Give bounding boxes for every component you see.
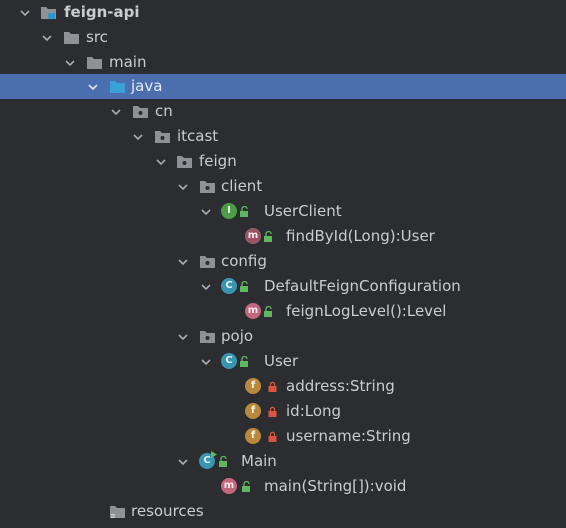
method-label: main(String[]):void [264,477,407,495]
method-label: findById(Long):User [286,227,435,245]
tree-row-user[interactable]: C User [0,349,566,374]
resources-folder-icon [109,499,127,524]
package-icon [199,249,217,274]
lock-icon [266,399,278,424]
folder-icon [86,50,104,75]
package-icon [154,124,172,149]
abstract-method-icon: m [245,228,261,244]
field-icon: f [245,428,261,444]
chevron-down-icon[interactable] [86,74,100,99]
class-icon: C [221,278,237,294]
static-method-icon: m [221,478,237,494]
module-label: feign-api [64,3,140,21]
module-folder-icon [40,0,58,25]
field-icon: f [245,403,261,419]
tree-row-main-class[interactable]: C Main [0,449,566,474]
tree-row-itcast[interactable]: itcast [0,124,566,149]
public-visibility-icon [262,224,274,249]
lock-icon [266,424,278,449]
folder-label: src [86,28,108,46]
chevron-down-icon[interactable] [63,50,77,75]
chevron-down-icon[interactable] [131,124,145,149]
run-mark-icon [211,451,217,458]
tree-row-feignloglevel[interactable]: m feignLogLevel():Level [0,299,566,324]
tree-row-id[interactable]: f id:Long [0,399,566,424]
tree-row-userclient[interactable]: I UserClient [0,199,566,224]
tree-row-defaultfeignconfiguration[interactable]: C DefaultFeignConfiguration [0,274,566,299]
package-label: itcast [177,127,219,145]
project-tree: feign-api src main java cn itcast feign [0,0,566,528]
chevron-down-icon[interactable] [199,274,213,299]
field-label: id:Long [286,402,342,420]
public-visibility-icon [238,349,250,374]
tree-row-address[interactable]: f address:String [0,374,566,399]
folder-label: java [131,77,163,95]
chevron-down-icon[interactable] [176,174,190,199]
field-label: address:String [286,377,395,395]
package-label: cn [155,102,173,120]
package-label: feign [199,152,237,170]
public-visibility-icon [217,449,229,474]
chevron-down-icon[interactable] [18,0,32,25]
source-folder-icon [109,74,127,99]
folder-label: main [109,53,147,71]
class-label: Main [241,452,277,470]
package-icon [132,99,150,124]
field-label: username:String [286,427,411,445]
tree-row-main-method[interactable]: m main(String[]):void [0,474,566,499]
tree-row-resources[interactable]: resources [0,499,566,524]
tree-row-src[interactable]: src [0,25,566,50]
tree-row-java[interactable]: java [0,74,566,99]
tree-row-client[interactable]: client [0,174,566,199]
class-icon: C [221,353,237,369]
tree-row-findbyid[interactable]: m findById(Long):User [0,224,566,249]
chevron-down-icon[interactable] [109,99,123,124]
public-visibility-icon [240,474,252,499]
tree-row-config[interactable]: config [0,249,566,274]
public-visibility-icon [238,274,250,299]
chevron-down-icon[interactable] [176,324,190,349]
class-label: UserClient [264,202,342,220]
package-label: config [221,252,267,270]
tree-row-cn[interactable]: cn [0,99,566,124]
class-label: DefaultFeignConfiguration [264,277,461,295]
field-icon: f [245,378,261,394]
method-icon: m [245,303,261,319]
method-label: feignLogLevel():Level [286,302,447,320]
tree-row-feign[interactable]: feign [0,149,566,174]
chevron-down-icon[interactable] [154,149,168,174]
folder-label: resources [131,502,204,520]
package-label: pojo [221,327,254,345]
package-icon [176,149,194,174]
interface-icon: I [221,203,237,219]
tree-row-feign-api[interactable]: feign-api [0,0,566,25]
lock-icon [266,374,278,399]
tree-row-username[interactable]: f username:String [0,424,566,449]
public-visibility-icon [238,199,250,224]
folder-icon [63,25,81,50]
chevron-down-icon[interactable] [40,25,54,50]
package-icon [199,174,217,199]
class-label: User [264,352,299,370]
tree-row-main[interactable]: main [0,50,566,75]
tree-row-pojo[interactable]: pojo [0,324,566,349]
chevron-down-icon[interactable] [199,199,213,224]
public-visibility-icon [262,299,274,324]
chevron-down-icon[interactable] [176,249,190,274]
package-label: client [221,177,263,195]
package-icon [199,324,217,349]
chevron-down-icon[interactable] [199,349,213,374]
chevron-down-icon[interactable] [176,449,190,474]
